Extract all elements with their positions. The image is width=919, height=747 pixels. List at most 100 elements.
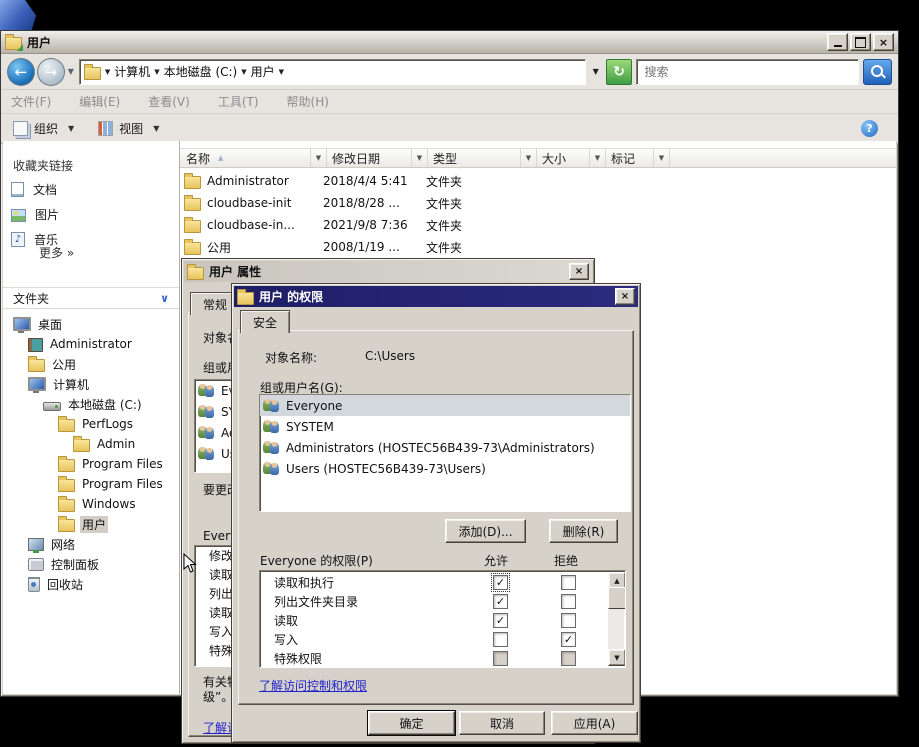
forward-button[interactable]: → (36, 57, 65, 86)
allow-checkbox[interactable] (493, 613, 508, 628)
tree-item-control-panel[interactable]: 控制面板 (3, 554, 179, 574)
allow-checkbox[interactable] (493, 651, 508, 666)
scroll-thumb[interactable] (608, 587, 625, 609)
back-arrow-icon: ← (14, 62, 28, 81)
address-folder-icon (83, 63, 101, 80)
crumb-separator-icon[interactable]: ▼ (105, 68, 110, 76)
tree-item-program-files[interactable]: Program Files (3, 454, 179, 474)
folders-band[interactable]: 文件夹 ∨ (3, 287, 179, 309)
perm-row-read-execute: 读取和执行 (260, 573, 625, 592)
crumb-computer[interactable]: 计算机 (114, 63, 150, 80)
header-spacer (669, 149, 896, 167)
folder-icon (184, 173, 201, 189)
allow-checkbox[interactable] (491, 573, 510, 592)
explorer-titlebar[interactable]: 用户 × (1, 31, 898, 54)
allow-checkbox[interactable] (493, 594, 508, 609)
crumb-separator-icon[interactable]: ▼ (154, 68, 159, 76)
tree-item-desktop[interactable]: 桌面 (3, 314, 179, 334)
column-date[interactable]: 修改日期 (326, 149, 411, 167)
maximize-button[interactable] (850, 33, 871, 51)
column-name[interactable]: 名称 ▲ (180, 149, 310, 167)
folder-icon (58, 516, 75, 532)
search-button[interactable] (863, 58, 892, 85)
group-administrators[interactable]: Administrators (HOSTEC56B439-73\Administ… (260, 437, 630, 458)
column-tags[interactable]: 标记 (605, 149, 653, 167)
deny-checkbox[interactable] (561, 613, 576, 628)
deny-checkbox[interactable] (561, 594, 576, 609)
column-size[interactable]: 大小 (536, 149, 589, 167)
permissions-close-button[interactable]: × (615, 288, 635, 305)
refresh-button[interactable]: ↻ (605, 58, 633, 85)
address-dropdown-icon[interactable]: ▼ (589, 67, 603, 76)
menu-edit[interactable]: 编辑(E) (79, 93, 120, 110)
tree-item-network[interactable]: 网络 (3, 534, 179, 554)
permissions-titlebar[interactable]: 用户 的权限 × (234, 286, 638, 307)
deny-checkbox[interactable] (561, 651, 576, 666)
views-button[interactable]: 视图 ▼ (94, 118, 163, 139)
tree-item-public[interactable]: 公用 (3, 354, 179, 374)
organize-button[interactable]: 组织 ▼ (9, 118, 78, 139)
menu-view[interactable]: 查看(V) (148, 93, 190, 110)
group-icon (198, 405, 215, 418)
refresh-icon: ↻ (613, 63, 625, 80)
apply-button[interactable]: 应用(A) (551, 711, 638, 735)
remove-button[interactable]: 删除(R) (549, 519, 618, 543)
scroll-down-icon[interactable]: ▼ (608, 649, 625, 666)
favorite-pictures[interactable]: 图片 (11, 202, 179, 227)
tree-item-windows[interactable]: Windows (3, 494, 179, 514)
crumb-separator-icon[interactable]: ▼ (279, 68, 284, 76)
file-row-cloudbase-init[interactable]: cloudbase-init 2018/8/28 ... 文件夹 (180, 192, 896, 214)
add-button[interactable]: 添加(D)... (445, 519, 526, 543)
tree-item-computer[interactable]: 计算机 (3, 374, 179, 394)
menu-file[interactable]: 文件(F) (11, 93, 51, 110)
column-date-filter-icon[interactable]: ▼ (411, 149, 428, 167)
search-input[interactable] (642, 63, 854, 80)
file-row-cloudbase-in2[interactable]: cloudbase-in... 2021/9/8 7:36 文件夹 (180, 214, 896, 236)
back-button[interactable]: ← (7, 57, 35, 86)
tree-item-perflogs[interactable]: PerfLogs (3, 414, 179, 434)
minimize-button[interactable] (827, 33, 848, 51)
tree-item-disk-c[interactable]: 本地磁盘 (C:) (3, 394, 179, 414)
crumb-disk-c[interactable]: 本地磁盘 (C:) (164, 63, 238, 80)
column-type-filter-icon[interactable]: ▼ (520, 149, 537, 167)
properties-close-button[interactable]: × (569, 263, 589, 280)
file-row-public[interactable]: 公用 2008/1/19 ... 文件夹 (180, 236, 896, 258)
breadcrumb[interactable]: ▼ 计算机 ▼ 本地磁盘 (C:) ▼ 用户 ▼ (78, 58, 586, 85)
tree-item-users[interactable]: 用户 (3, 514, 179, 534)
file-rows: Administrator 2018/4/4 5:41 文件夹 cloudbas… (180, 170, 896, 258)
favorite-documents[interactable]: 文档 (11, 177, 179, 202)
group-system[interactable]: SYSTEM (260, 416, 630, 437)
favorite-music[interactable]: ♪ 音乐 (11, 227, 179, 252)
column-headers: 名称 ▲ ▼ 修改日期 ▼ 类型 ▼ 大小 ▼ 标记 ▼ (180, 148, 896, 168)
more-link[interactable]: 更多 » (39, 244, 74, 261)
tree-item-program-files-2[interactable]: Program Files (3, 474, 179, 494)
nav-history-chevron-icon[interactable]: ▼ (68, 67, 74, 76)
tab-security[interactable]: 安全 (240, 310, 291, 333)
ok-button[interactable]: 确定 (367, 710, 456, 736)
menu-tools[interactable]: 工具(T) (218, 93, 259, 110)
column-name-filter-icon[interactable]: ▼ (310, 149, 327, 167)
menu-help[interactable]: 帮助(H) (287, 93, 329, 110)
column-size-filter-icon[interactable]: ▼ (589, 149, 606, 167)
deny-checkbox[interactable] (561, 575, 576, 590)
tree-item-recycle-bin[interactable]: 回收站 (3, 574, 179, 594)
acl-help-link[interactable]: 了解访问控制和权限 (259, 677, 367, 694)
properties-titlebar[interactable]: 用户 属性 × (184, 261, 592, 282)
deny-checkbox[interactable] (561, 632, 576, 647)
file-row-administrator[interactable]: Administrator 2018/4/4 5:41 文件夹 (180, 170, 896, 192)
desktop-icon-partial[interactable] (0, 0, 36, 30)
help-button[interactable]: ? (861, 119, 878, 137)
group-users[interactable]: Users (HOSTEC56B439-73\Users) (260, 458, 630, 479)
tree-item-admin[interactable]: Admin (3, 434, 179, 454)
tree-item-administrator[interactable]: Administrator (3, 334, 179, 354)
crumb-users[interactable]: 用户 (251, 63, 275, 80)
group-everyone[interactable]: Everyone (260, 395, 630, 416)
crumb-separator-icon[interactable]: ▼ (241, 68, 246, 76)
allow-checkbox[interactable] (493, 632, 508, 647)
column-type[interactable]: 类型 (427, 149, 520, 167)
column-tags-filter-icon[interactable]: ▼ (653, 149, 670, 167)
maximize-icon (855, 36, 866, 48)
chevron-down-icon: ▼ (68, 123, 75, 133)
cancel-button[interactable]: 取消 (459, 711, 545, 735)
close-button[interactable]: × (873, 33, 894, 51)
